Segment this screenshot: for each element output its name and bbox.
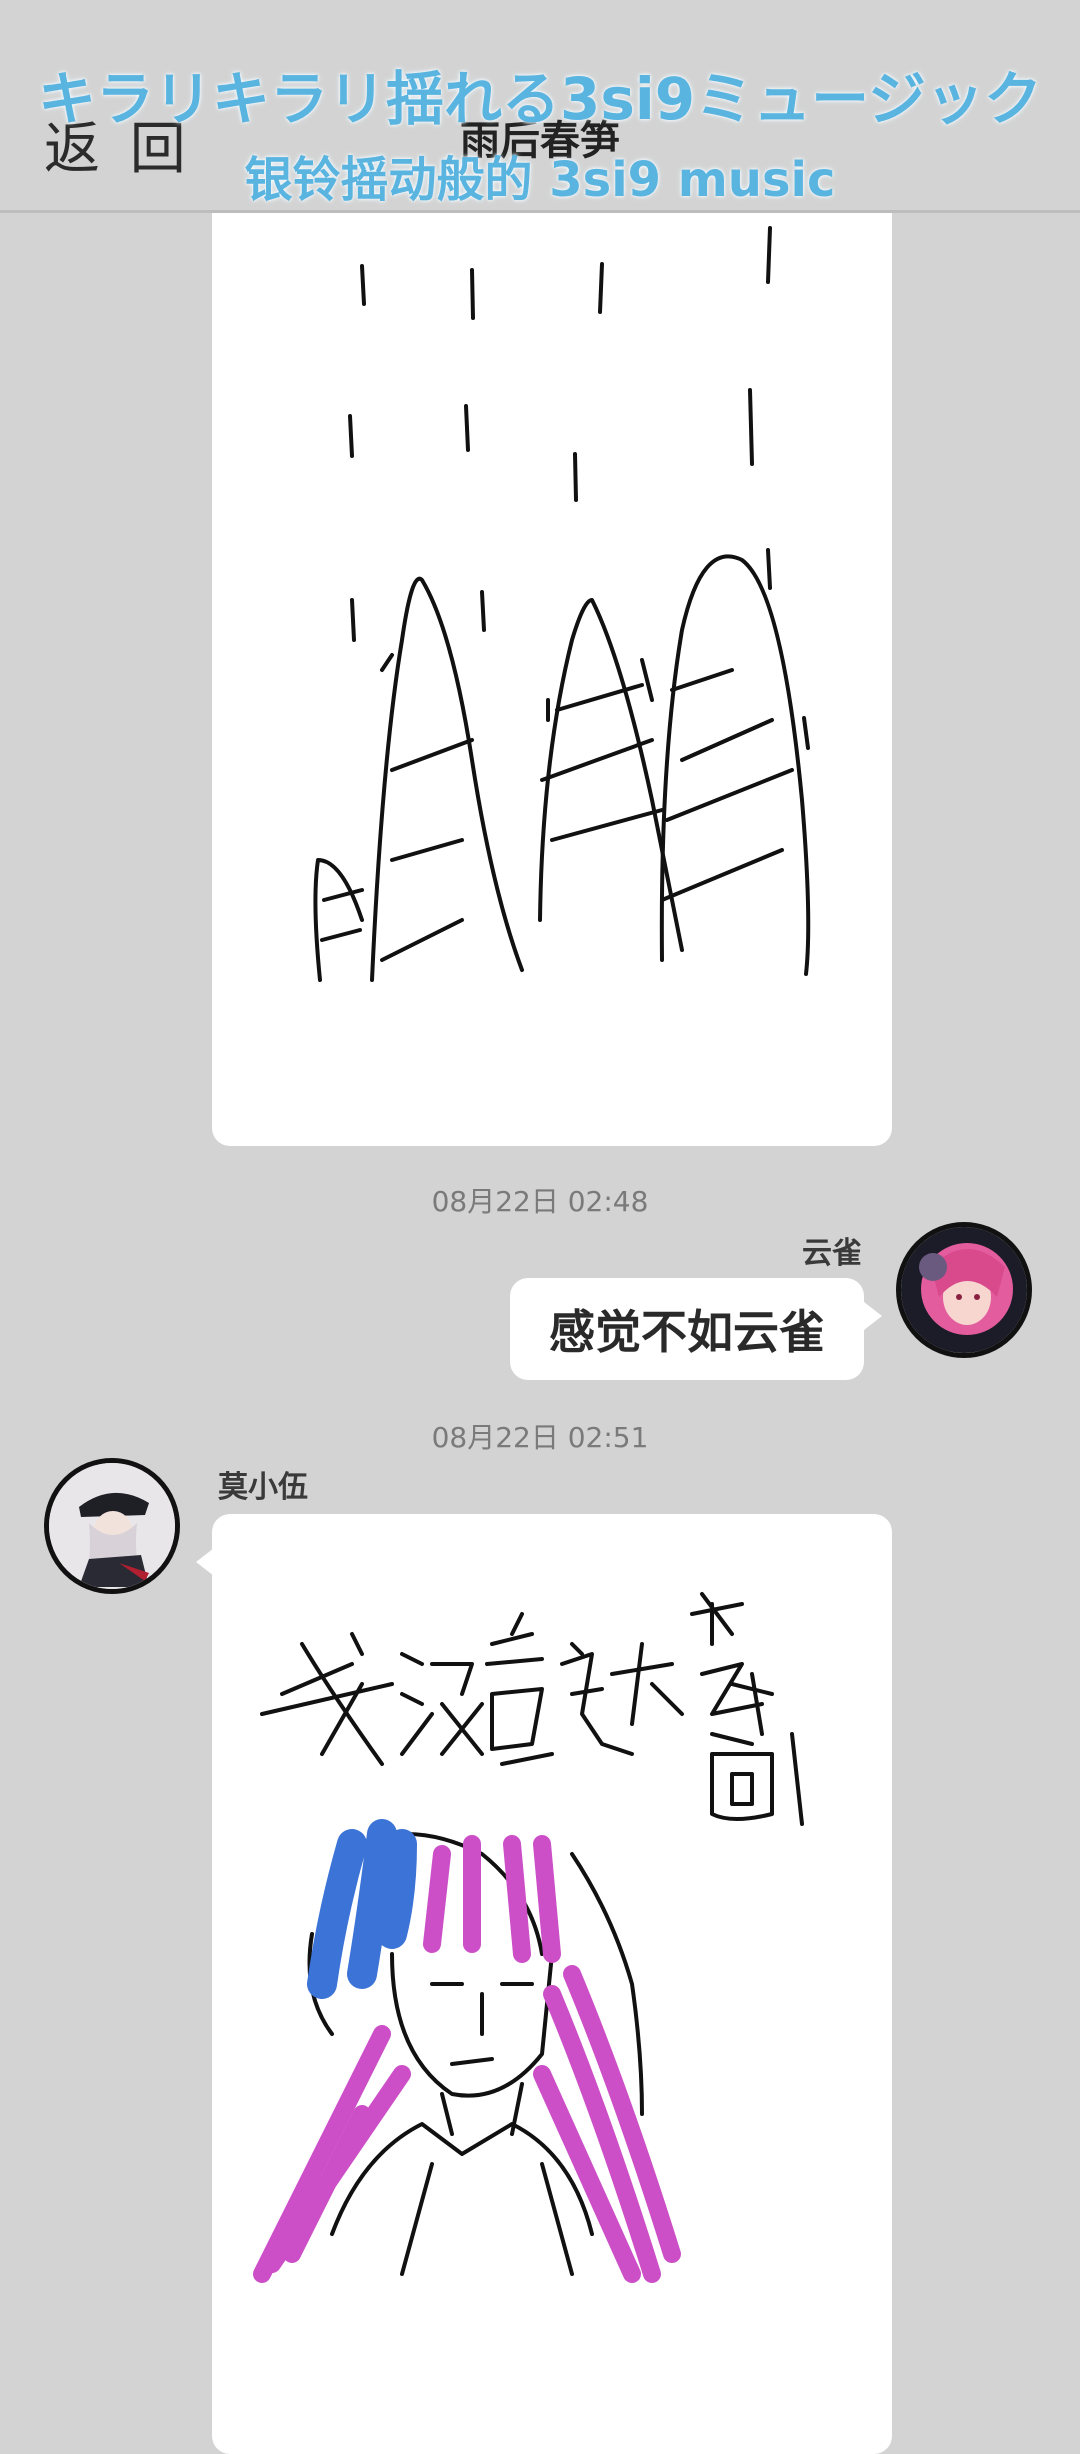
timestamp: 08月22日 02:51 — [431, 1421, 649, 1454]
avatar[interactable] — [44, 1458, 180, 1594]
drawing-message-sketch[interactable] — [212, 1514, 892, 2454]
drawing-message-rain[interactable] — [212, 200, 892, 1146]
sender-name: 云雀 — [802, 1236, 862, 1271]
sender-name: 莫小伍 — [218, 1470, 308, 1505]
avatar[interactable] — [896, 1222, 1032, 1358]
top-bar: 返 回 雨后春笋 キラリキラリ揺れる3si9ミュージック 银铃摇动般的 3si9… — [0, 0, 1080, 213]
user-avatar-captain-hat-icon — [49, 1463, 175, 1589]
banner-line-1: キラリキラリ揺れる3si9ミュージック — [38, 65, 1042, 133]
text-message-bubble[interactable]: 感觉不如云雀 — [510, 1278, 864, 1380]
bubble-tail — [864, 1302, 882, 1330]
timestamp: 08月22日 02:48 — [431, 1185, 649, 1218]
user-avatar-pink-hair-icon — [901, 1227, 1027, 1353]
drawing-canvas — [253, 1592, 804, 2283]
drawing-canvas — [313, 226, 811, 982]
banner-line-2: 银铃摇动般的 3si9 music — [244, 152, 836, 208]
